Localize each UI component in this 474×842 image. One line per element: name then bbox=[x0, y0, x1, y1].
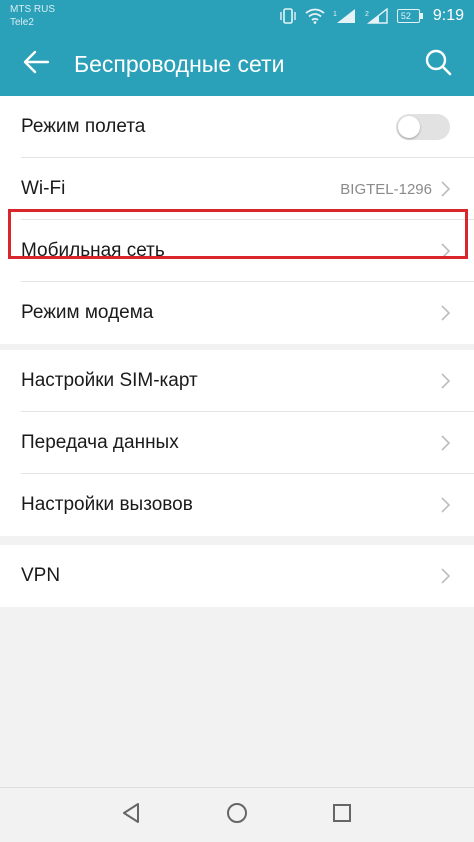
back-button[interactable] bbox=[14, 44, 58, 84]
wifi-row[interactable]: Wi-Fi BIGTEL-1296 bbox=[0, 158, 474, 220]
chevron-right-icon bbox=[440, 496, 452, 514]
status-icons: 1 2 52 9:19 bbox=[279, 6, 464, 26]
status-bar: MTS RUS Tele2 1 2 52 9:19 bbox=[0, 0, 474, 32]
chevron-right-icon bbox=[440, 242, 452, 260]
wifi-network-name: BIGTEL-1296 bbox=[340, 180, 432, 198]
toggle-knob bbox=[398, 116, 420, 138]
app-bar: Беспроводные сети bbox=[0, 32, 474, 96]
chevron-right-icon bbox=[440, 567, 452, 585]
svg-text:2: 2 bbox=[365, 11, 369, 18]
vpn-label: VPN bbox=[21, 565, 61, 586]
carrier-2: Tele2 bbox=[10, 17, 34, 28]
sim-settings-row[interactable]: Настройки SIM-карт bbox=[0, 350, 474, 412]
airplane-mode-row[interactable]: Режим полета bbox=[0, 96, 474, 158]
vpn-row[interactable]: VPN bbox=[0, 545, 474, 607]
airplane-mode-label: Режим полета bbox=[21, 116, 146, 137]
tethering-label: Режим модема bbox=[21, 302, 154, 323]
vibrate-icon bbox=[279, 8, 297, 24]
back-triangle-icon bbox=[121, 802, 141, 829]
call-settings-row[interactable]: Настройки вызовов bbox=[0, 474, 474, 536]
home-circle-icon bbox=[226, 802, 248, 829]
search-icon bbox=[424, 48, 452, 81]
chevron-right-icon bbox=[440, 304, 452, 322]
call-settings-label: Настройки вызовов bbox=[21, 494, 193, 515]
carrier-1: MTS RUS bbox=[10, 4, 55, 15]
tethering-row[interactable]: Режим модема bbox=[0, 282, 474, 344]
settings-group-vpn: VPN bbox=[0, 545, 474, 607]
recents-square-icon bbox=[332, 803, 352, 828]
battery-level: 52 bbox=[400, 11, 411, 21]
search-button[interactable] bbox=[416, 44, 460, 84]
wifi-icon bbox=[305, 8, 325, 24]
data-usage-row[interactable]: Передача данных bbox=[0, 412, 474, 474]
mobile-network-row[interactable]: Мобильная сеть bbox=[0, 220, 474, 282]
signal-sim1-icon: 1 bbox=[333, 8, 357, 24]
nav-home-button[interactable] bbox=[217, 800, 257, 830]
wifi-label: Wi-Fi bbox=[21, 178, 66, 199]
arrow-left-icon bbox=[22, 50, 50, 79]
carrier-names: MTS RUS Tele2 bbox=[10, 3, 55, 29]
nav-recents-button[interactable] bbox=[322, 800, 362, 830]
mobile-network-label: Мобильная сеть bbox=[21, 240, 165, 261]
svg-text:1: 1 bbox=[333, 11, 337, 18]
signal-sim2-icon: 2 bbox=[365, 8, 389, 24]
chevron-right-icon bbox=[440, 180, 452, 198]
settings-group-sim: Настройки SIM-карт Передача данных Настр… bbox=[0, 350, 474, 536]
status-time: 9:19 bbox=[432, 7, 464, 24]
airplane-mode-toggle[interactable] bbox=[396, 114, 450, 140]
data-usage-label: Передача данных bbox=[21, 432, 179, 453]
chevron-right-icon bbox=[440, 434, 452, 452]
nav-back-button[interactable] bbox=[111, 800, 151, 830]
chevron-right-icon bbox=[440, 372, 452, 390]
sim-settings-label: Настройки SIM-карт bbox=[21, 370, 198, 391]
page-title: Беспроводные сети bbox=[74, 51, 285, 77]
navigation-bar bbox=[0, 787, 474, 842]
settings-group-network: Режим полета Wi-Fi BIGTEL-1296 Мобильная… bbox=[0, 96, 474, 344]
battery-icon: 52 bbox=[396, 9, 423, 23]
